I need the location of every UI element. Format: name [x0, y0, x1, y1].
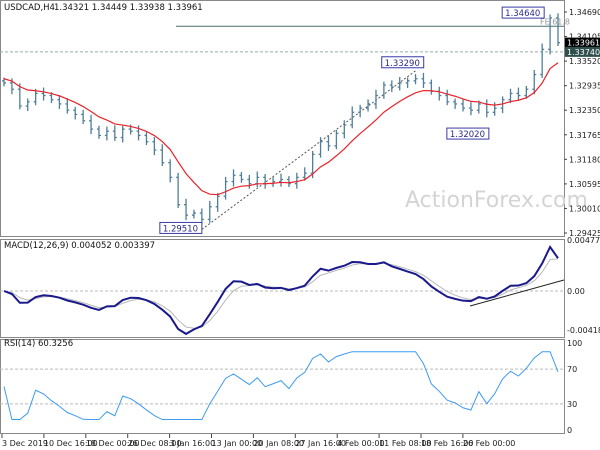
ohlc-bar [342, 120, 347, 139]
price-annotation-label: 1.33290 [385, 59, 420, 69]
time-tick-label: 3 Dec 2019 [2, 439, 48, 448]
ohlc-bar [279, 173, 283, 187]
price-tick-label: 1.32935 [569, 82, 600, 91]
chart-window: ActionForex.com FE 61.8 1.29510 1.33290 1.3… [0, 0, 600, 450]
ohlc-bar [405, 77, 410, 88]
macd-line [3, 245, 559, 336]
ohlc-bar [516, 87, 521, 101]
ohlc-bar [484, 99, 489, 118]
time-tick-label: 26 Feb 00:00 [463, 439, 515, 448]
level-price-box-label: 1.33740 [567, 48, 600, 57]
price-tick-label: 1.32350 [569, 106, 600, 115]
ohlc-bar [81, 109, 86, 125]
ohlc-bar [286, 176, 291, 188]
ohlc-bar [104, 126, 109, 141]
ohlc-bar [184, 198, 189, 221]
ohlc-bar [421, 72, 426, 88]
ohlc-bar [223, 176, 228, 200]
rsi-line [3, 351, 559, 421]
ohlc-bar [358, 104, 363, 118]
ohlc-bar [65, 98, 70, 114]
ohlc-bar [120, 125, 125, 143]
ohlc-bar [461, 99, 466, 112]
ohlc-bar [152, 137, 157, 156]
ohlc-bar [540, 43, 545, 78]
ohlc-bar [453, 98, 458, 109]
ohlc-bar [389, 80, 394, 93]
ohlc-bar [445, 89, 450, 106]
price-tick-label: 1.30010 [569, 204, 600, 213]
symbol-label: USDCAD,H4 [4, 3, 55, 13]
ohlc-bar [57, 95, 62, 109]
ohlc-bar [373, 89, 378, 109]
ohlc-bar [144, 132, 149, 146]
ohlc-bar [160, 144, 165, 167]
ohlc-bar [215, 192, 220, 212]
rsi-axis-label: 30 [567, 400, 577, 409]
ohlc-bar [239, 171, 244, 183]
rsi-title: RSI(14) 60.3256 [4, 339, 73, 349]
price-tick-label: 1.33520 [569, 57, 600, 66]
ohlc-bar [73, 106, 78, 120]
ohlc-bar [168, 159, 173, 183]
ohlc-bar [271, 176, 276, 188]
rsi-axis-label: 0 [567, 426, 572, 435]
rsi-axis-label: 70 [567, 365, 577, 374]
price-tick-label: 1.31180 [569, 155, 600, 164]
ohlc-bar [89, 114, 94, 135]
ohlc-bar [326, 135, 331, 151]
ohlc-bar [413, 74, 418, 85]
ohlc-bar [96, 125, 101, 139]
price-annotation-label: 1.32020 [450, 130, 485, 140]
ohlc-bar [231, 169, 236, 187]
macd-signal-line [3, 258, 559, 329]
fe-label: FE 61.8 [540, 17, 570, 26]
macd-trend-line [469, 279, 565, 307]
ohlc-bar [247, 174, 252, 189]
ohlc-bar [41, 87, 46, 101]
rsi-axis-label: 100 [567, 339, 582, 348]
ohlc-bar [381, 81, 386, 99]
macd-axis-label: 0.004772 [567, 236, 600, 245]
ohlc-bar [429, 79, 434, 95]
watermark: ActionForex.com [405, 188, 588, 213]
macd-axis-label: 0.00 [567, 287, 585, 296]
price-annotation-label: 1.29510 [163, 224, 198, 234]
ohlc-bar [191, 209, 196, 219]
ohlc-bar [492, 102, 497, 116]
macd-title: MACD(12,26,9) 0.004052 0.003397 [4, 241, 155, 251]
current-price-box-label: 1.33961 [567, 39, 600, 48]
ohlc-bar [468, 102, 473, 116]
ohlc-bar [500, 96, 505, 114]
ohlc-bar [112, 125, 117, 141]
ohlc-bar [207, 200, 212, 223]
price-annotation-label: 1.34640 [505, 9, 540, 19]
ohlc-readout: 1.34321 1.34449 1.33938 1.33961 [54, 3, 203, 13]
price-tick-label: 1.30595 [569, 180, 600, 189]
time-tick-label: 4 Feb 00:00 [337, 439, 384, 448]
ohlc-bar [437, 86, 442, 101]
price-tick-label: 1.31765 [569, 131, 600, 140]
ohlc-bar [25, 98, 30, 112]
ohlc-bar [334, 129, 339, 150]
time-tick-label: 3 Jan 16:00 [170, 439, 216, 448]
chart-canvas[interactable]: ActionForex.com FE 61.8 1.29510 1.33290 1.3… [0, 0, 600, 450]
macd-axis-label: -0.004186 [567, 326, 600, 335]
ohlc-bar [176, 172, 181, 209]
price-tick-label: 1.34690 [569, 8, 600, 17]
